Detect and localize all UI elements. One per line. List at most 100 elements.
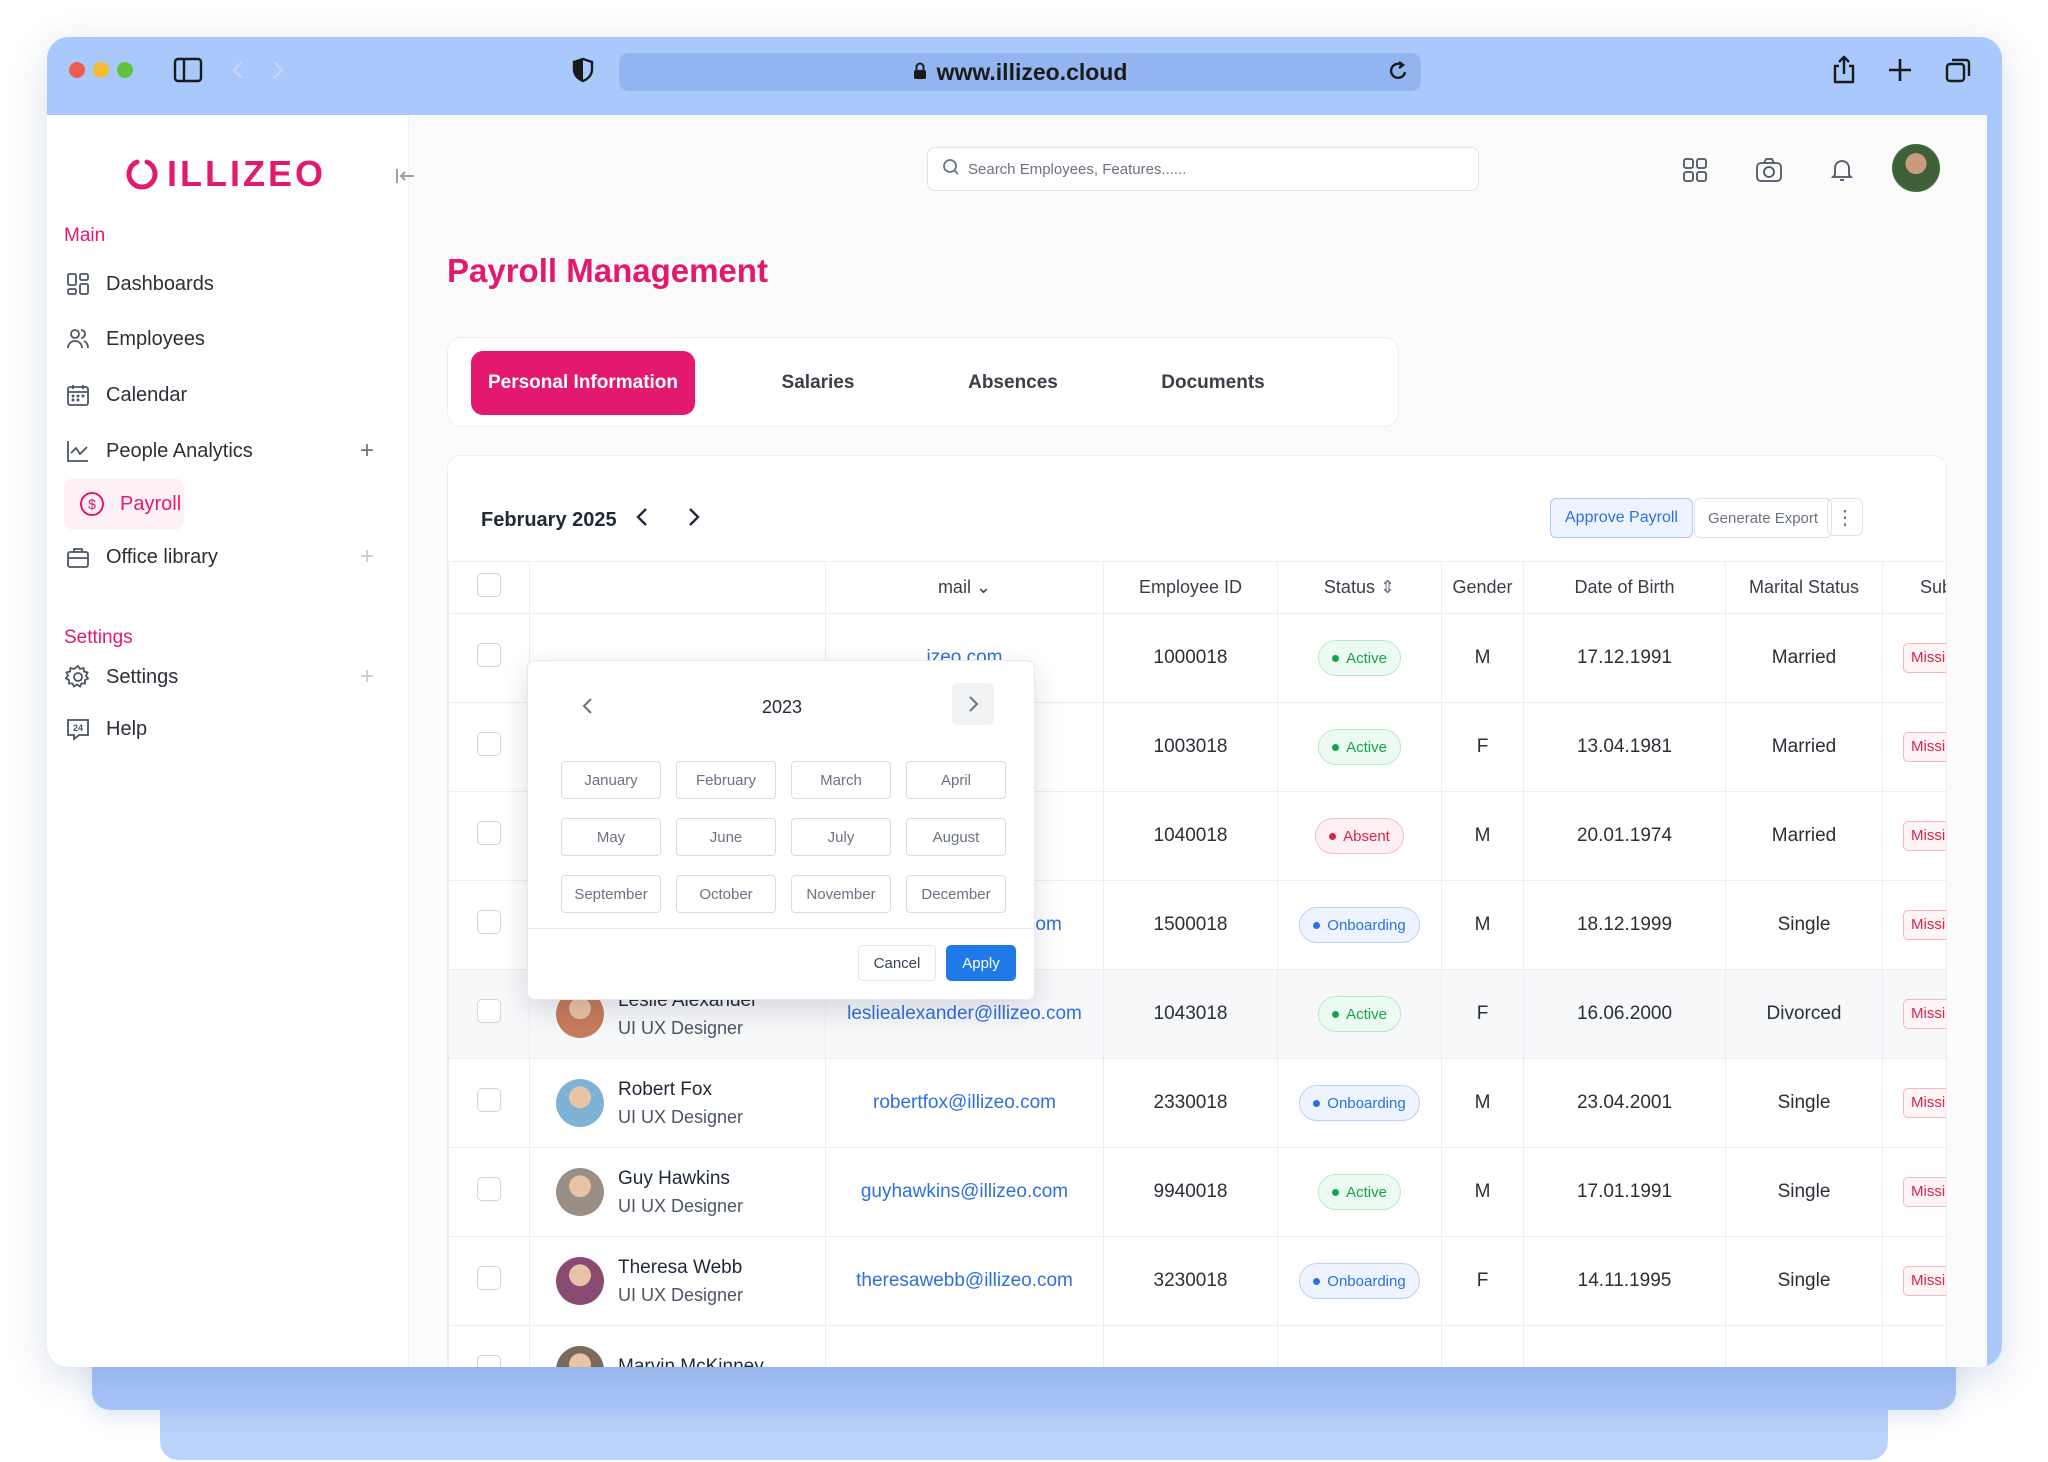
expand-plus-icon[interactable]: + <box>360 437 374 465</box>
chevron-left-icon[interactable] <box>635 506 649 534</box>
forward-icon[interactable] <box>261 53 295 87</box>
row-checkbox[interactable] <box>477 1177 501 1201</box>
select-all-header[interactable] <box>448 561 530 614</box>
back-icon[interactable] <box>221 53 255 87</box>
chevron-right-icon[interactable] <box>687 506 701 534</box>
month-september[interactable]: September <box>561 875 661 913</box>
month-may[interactable]: May <box>561 818 661 856</box>
tab-absences[interactable]: Absences <box>928 351 1098 415</box>
row-checkbox[interactable] <box>477 1088 501 1112</box>
missing-document-badge[interactable]: Missing D <box>1903 732 1946 762</box>
period-label[interactable]: February 2025 <box>481 509 617 532</box>
missing-document-badge[interactable]: Missing D <box>1903 1088 1946 1118</box>
email-cell[interactable]: theresawebb@illizeo.com <box>825 1236 1104 1326</box>
month-june[interactable]: June <box>676 818 776 856</box>
table-row[interactable]: Guy Hawkins UI UX Designer guyhawkins@illi… <box>448 1147 1946 1237</box>
missing-document-badge[interactable]: Missing D <box>1903 1177 1946 1207</box>
cancel-button[interactable]: Cancel <box>858 945 936 981</box>
sidebar-item-settings[interactable]: Settings + <box>64 651 384 703</box>
month-july[interactable]: July <box>791 818 891 856</box>
next-year-icon[interactable] <box>952 683 994 725</box>
subsidi-header[interactable]: Subsidi <box>1882 561 1946 614</box>
camera-icon[interactable] <box>1754 155 1784 185</box>
month-november[interactable]: November <box>791 875 891 913</box>
bell-icon[interactable] <box>1827 155 1857 185</box>
name-header[interactable] <box>529 561 826 614</box>
sort-icon[interactable]: ⇕ <box>1380 577 1395 597</box>
employee-info[interactable]: Theresa Webb UI UX Designer <box>530 1257 825 1306</box>
apply-button[interactable]: Apply <box>946 945 1016 981</box>
row-checkbox[interactable] <box>477 643 501 667</box>
employee-cell[interactable]: Marvin McKinney <box>529 1325 826 1367</box>
brand-logo[interactable]: ILLIZEO <box>125 153 326 195</box>
approve-payroll-button[interactable]: Approve Payroll <box>1550 498 1693 538</box>
employee-info[interactable]: Marvin McKinney <box>530 1346 825 1367</box>
row-checkbox[interactable] <box>477 1266 501 1290</box>
new-tab-icon[interactable] <box>1883 53 1917 87</box>
shield-icon[interactable] <box>566 53 600 87</box>
email-link[interactable]: theresawebb@illizeo.com <box>856 1270 1073 1291</box>
tabs-overview-icon[interactable] <box>1941 53 1975 87</box>
row-checkbox[interactable] <box>477 910 501 934</box>
missing-document-badge[interactable]: Missing D <box>1903 821 1946 851</box>
sort-chevron-icon[interactable]: ⌄ <box>976 577 991 597</box>
sidebar-item-payroll[interactable]: $ Payroll <box>64 478 184 530</box>
employee-id-header[interactable]: Employee ID <box>1103 561 1278 614</box>
row-checkbox[interactable] <box>477 1355 501 1367</box>
user-avatar[interactable] <box>1892 144 1940 192</box>
period-selector[interactable]: February 2025 <box>481 506 701 534</box>
month-december[interactable]: December <box>906 875 1006 913</box>
maximize-window-button[interactable] <box>117 62 133 78</box>
email-cell[interactable] <box>825 1325 1104 1367</box>
search-input[interactable]: Search Employees, Features...... <box>927 147 1479 191</box>
share-icon[interactable] <box>1827 53 1861 87</box>
tab-personal-information[interactable]: Personal Information <box>471 351 695 415</box>
sidebar-item-office-library[interactable]: Office library + <box>64 531 384 583</box>
month-april[interactable]: April <box>906 761 1006 799</box>
email-link[interactable]: robertfox@illizeo.com <box>873 1092 1056 1113</box>
tab-salaries[interactable]: Salaries <box>748 351 888 415</box>
sidebar-item-people-analytics[interactable]: People Analytics + <box>64 425 384 477</box>
employee-cell[interactable]: Robert Fox UI UX Designer <box>529 1058 826 1148</box>
sidebar-item-calendar[interactable]: Calendar <box>64 369 384 421</box>
table-row[interactable]: Marvin McKinney <box>448 1325 1946 1367</box>
address-bar[interactable]: www.illizeo.cloud <box>619 53 1421 91</box>
missing-document-badge[interactable]: Missing D <box>1903 910 1946 940</box>
missing-document-badge[interactable]: Missing D <box>1903 1266 1946 1296</box>
month-october[interactable]: October <box>676 875 776 913</box>
expand-plus-icon[interactable]: + <box>360 543 374 571</box>
expand-plus-icon[interactable]: + <box>360 663 374 691</box>
email-link[interactable]: guyhawkins@illizeo.com <box>861 1181 1068 1202</box>
more-options-button[interactable]: ⋮ <box>1827 498 1863 536</box>
month-march[interactable]: March <box>791 761 891 799</box>
generate-export-button[interactable]: Generate Export <box>1694 498 1833 538</box>
email-cell[interactable]: robertfox@illizeo.com <box>825 1058 1104 1148</box>
select-all-checkbox[interactable] <box>477 573 501 597</box>
employee-info[interactable]: Guy Hawkins UI UX Designer <box>530 1168 825 1217</box>
email-link[interactable]: lesliealexander@illizeo.com <box>847 1003 1082 1024</box>
status-header[interactable]: Status ⇕ <box>1277 561 1442 614</box>
apps-grid-icon[interactable] <box>1680 155 1710 185</box>
sidebar-toggle-icon[interactable] <box>171 53 205 87</box>
month-february[interactable]: February <box>676 761 776 799</box>
marital-status-header[interactable]: Marital Status <box>1725 561 1883 614</box>
missing-document-badge[interactable]: Missing D <box>1903 643 1946 673</box>
gender-header[interactable]: Gender <box>1441 561 1524 614</box>
row-checkbox[interactable] <box>477 732 501 756</box>
table-row[interactable]: Theresa Webb UI UX Designer theresawebb@il… <box>448 1236 1946 1326</box>
employee-cell[interactable]: Theresa Webb UI UX Designer <box>529 1236 826 1326</box>
employee-cell[interactable]: Guy Hawkins UI UX Designer <box>529 1147 826 1237</box>
sidebar-item-dashboards[interactable]: Dashboards <box>64 258 384 310</box>
close-window-button[interactable] <box>69 62 85 78</box>
month-january[interactable]: January <box>561 761 661 799</box>
reload-icon[interactable] <box>1387 59 1409 89</box>
missing-document-badge[interactable]: Missing D <box>1903 999 1946 1029</box>
dob-header[interactable]: Date of Birth <box>1523 561 1726 614</box>
collapse-sidebar-icon[interactable] <box>394 167 416 191</box>
row-checkbox[interactable] <box>477 821 501 845</box>
email-cell[interactable]: guyhawkins@illizeo.com <box>825 1147 1104 1237</box>
month-august[interactable]: August <box>906 818 1006 856</box>
row-checkbox[interactable] <box>477 999 501 1023</box>
minimize-window-button[interactable] <box>93 62 109 78</box>
table-row[interactable]: Robert Fox UI UX Designer robertfox@illize… <box>448 1058 1946 1148</box>
